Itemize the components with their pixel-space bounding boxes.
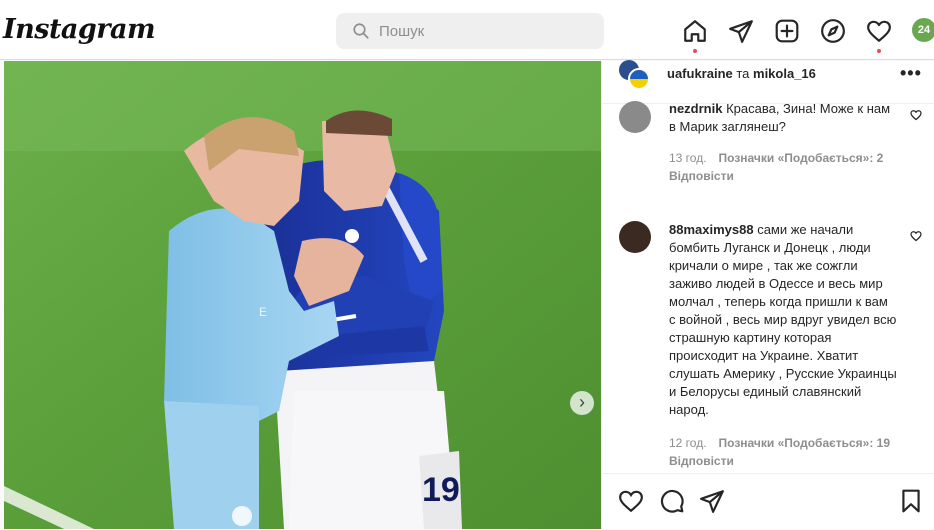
home-notification-dot [693, 49, 697, 53]
comment-meta: 12 год. Позначки «Подобається»: 19 [669, 436, 890, 450]
post-header: uafukraine та mikola_16 ••• [602, 60, 934, 104]
home-icon[interactable] [682, 18, 708, 44]
explore-compass-icon[interactable] [820, 18, 846, 44]
top-navigation-bar: Instagram Пошук 24 [0, 0, 934, 60]
comment-like-heart-icon[interactable] [910, 230, 922, 242]
comment-bubble-icon[interactable] [659, 488, 685, 514]
football-players-photo: 19 E [4, 61, 601, 529]
save-bookmark-icon[interactable] [898, 488, 924, 514]
search-box[interactable]: Пошук [336, 13, 604, 49]
comment-meta: 13 год. Позначки «Подобається»: 2 [669, 151, 883, 165]
comment-like-heart-icon[interactable] [910, 109, 922, 121]
comment-time: 12 год. [669, 436, 707, 450]
new-post-icon[interactable] [774, 18, 800, 44]
author-avatar-2-ukraine-flag[interactable] [628, 68, 650, 90]
comment-reply-button[interactable]: Відповісти [669, 454, 734, 468]
post-actions-bar [602, 473, 934, 530]
author-1-username[interactable]: uafukraine [667, 66, 733, 81]
author-2-username[interactable]: mikola_16 [753, 66, 816, 81]
comment-body: сами же начали бомбить Луганск и Донецк … [669, 222, 897, 417]
jersey-number: 19 [422, 471, 460, 509]
comment-username[interactable]: 88maximys88 [669, 222, 754, 237]
comment-reply-button[interactable]: Відповісти [669, 169, 734, 183]
commenter-avatar[interactable] [619, 221, 651, 253]
instagram-logo[interactable]: Instagram [3, 14, 156, 45]
post-photo[interactable]: 19 E › [4, 61, 601, 529]
post-side-panel: uafukraine та mikola_16 ••• nezdrnik Кра… [601, 60, 934, 530]
commenter-avatar[interactable] [619, 101, 651, 133]
search-icon [353, 23, 369, 39]
next-photo-button[interactable]: › [570, 391, 594, 415]
share-icon[interactable] [699, 488, 725, 514]
activity-notification-dot [877, 49, 881, 53]
direct-messages-icon[interactable] [728, 18, 754, 44]
search-placeholder: Пошук [379, 23, 425, 40]
authors-conjunction: та [732, 66, 754, 81]
more-options-button[interactable]: ••• [900, 63, 922, 84]
comment-likes[interactable]: Позначки «Подобається»: 2 [719, 151, 884, 165]
comment-text: 88maximys88 сами же начали бомбить Луган… [669, 221, 897, 419]
comment-username[interactable]: nezdrnik [669, 101, 722, 116]
comment-time: 13 год. [669, 151, 707, 165]
svg-text:E: E [259, 305, 267, 319]
like-heart-icon[interactable] [618, 488, 644, 514]
comment-text: nezdrnik Красава, Зина! Може к нам в Мар… [669, 100, 897, 136]
activity-heart-icon[interactable] [866, 18, 892, 44]
post-authors: uafukraine та mikola_16 [667, 66, 816, 81]
comment-likes[interactable]: Позначки «Подобається»: 19 [719, 436, 890, 450]
profile-avatar[interactable]: 24 [912, 18, 934, 42]
